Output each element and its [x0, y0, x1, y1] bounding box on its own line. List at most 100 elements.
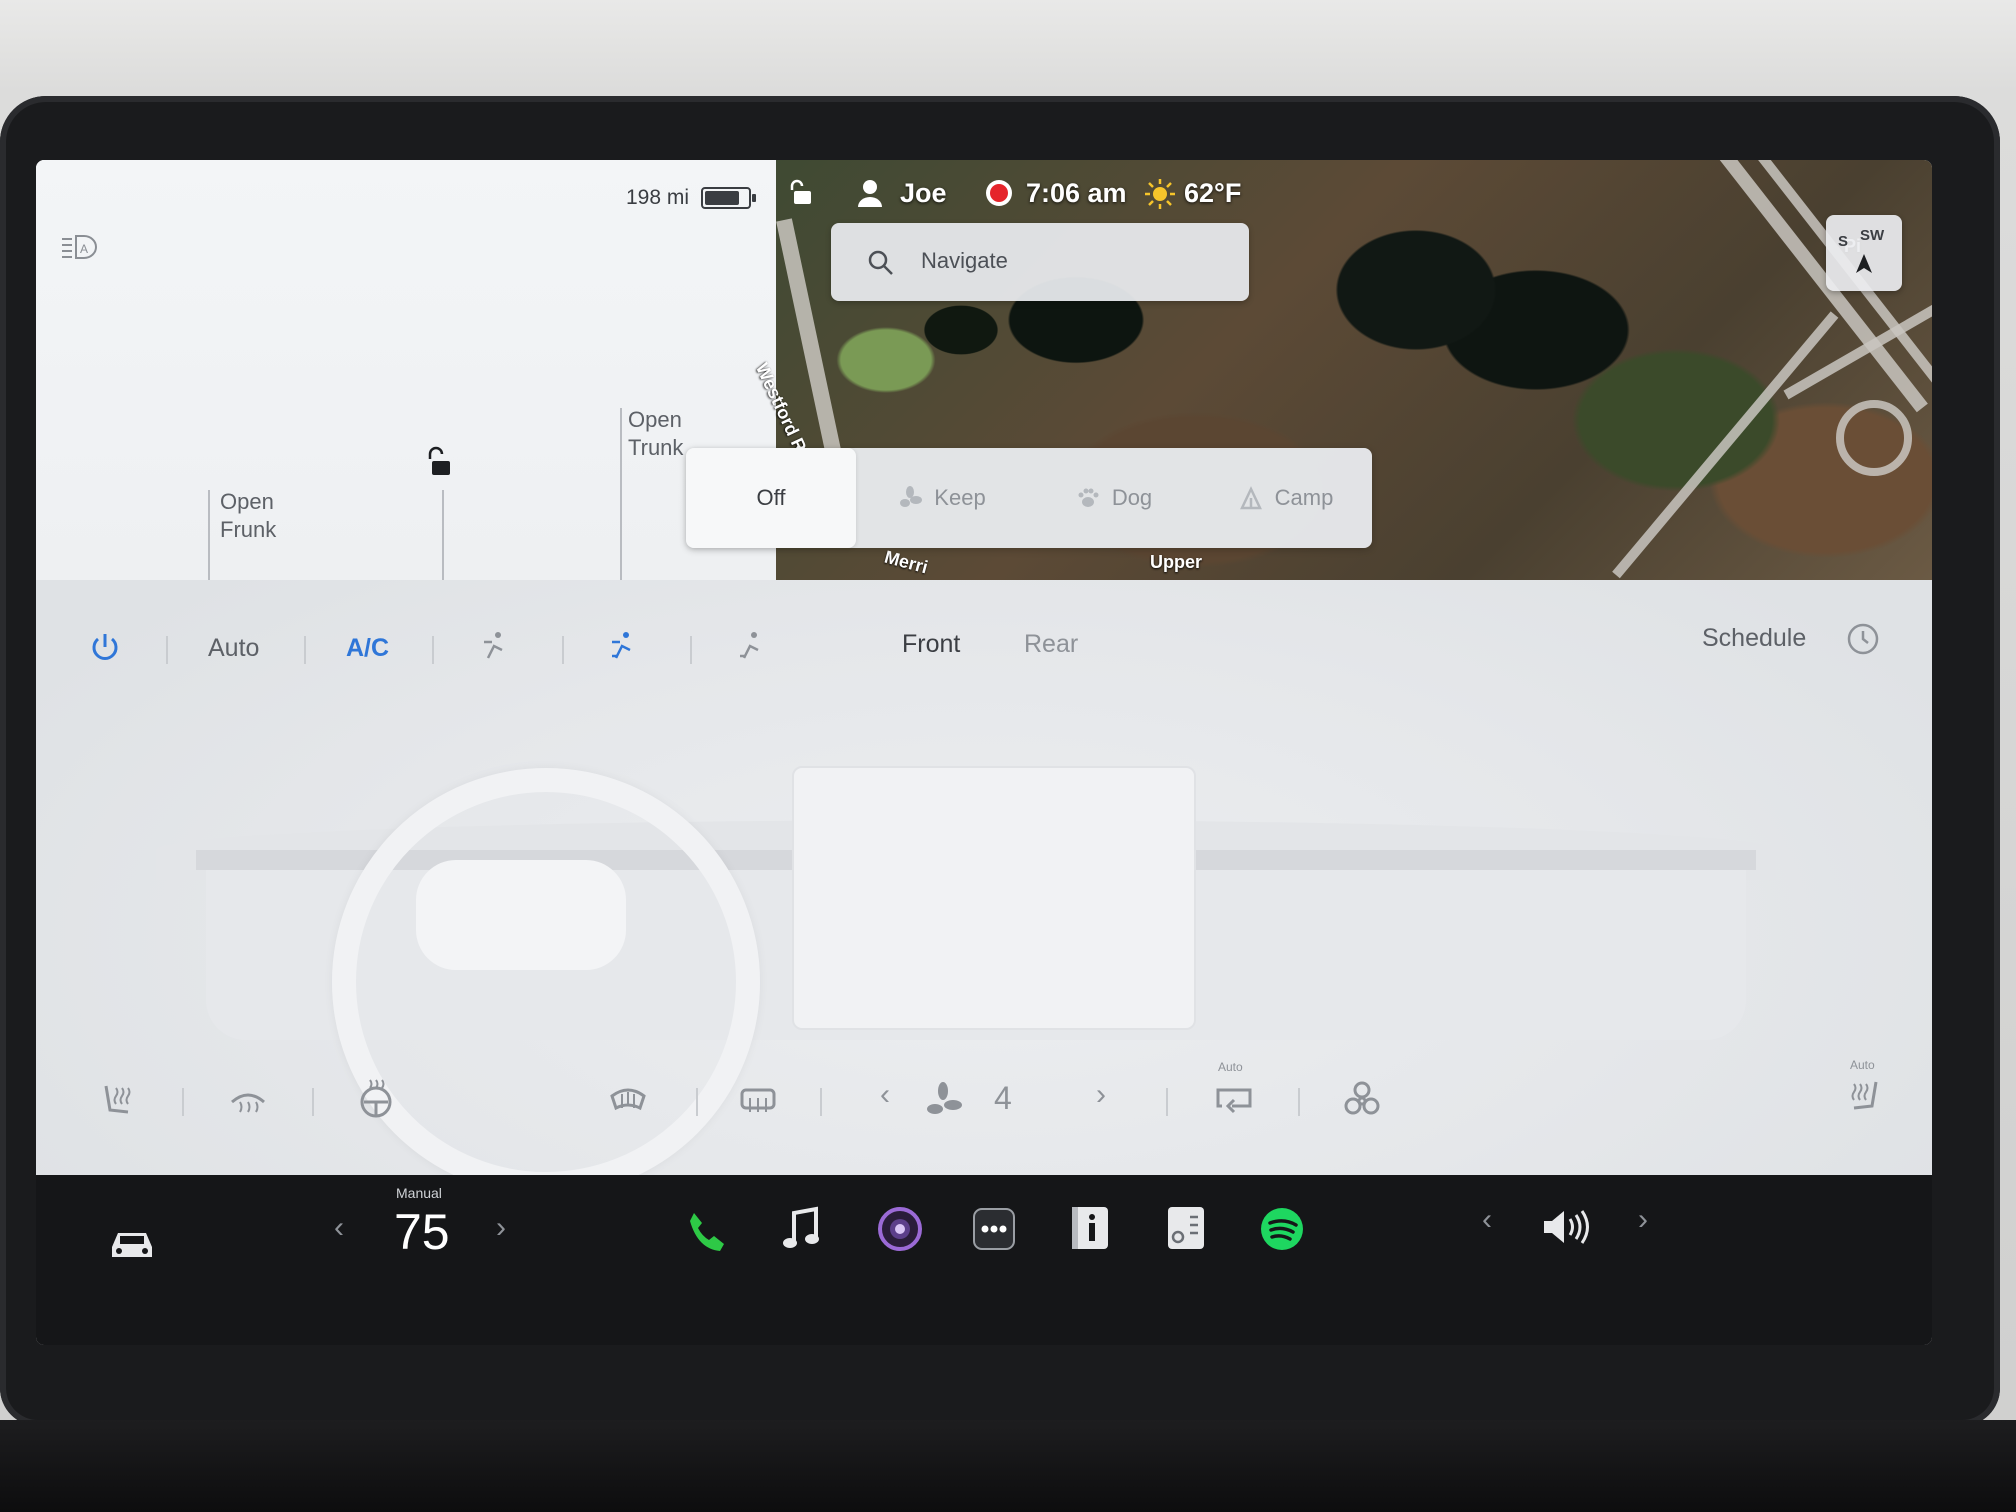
passenger-seat-heater-icon[interactable] [1844, 1076, 1884, 1116]
car-controls-icon[interactable] [106, 1223, 158, 1263]
open-trunk-button[interactable]: Open Trunk [628, 406, 683, 462]
open-frunk-line2: Frunk [220, 517, 277, 542]
clock-icon[interactable] [1846, 622, 1880, 656]
more-apps-icon[interactable] [972, 1207, 1016, 1251]
navigate-search-input[interactable]: Navigate [831, 223, 1249, 301]
front-zone-tab[interactable]: Front [902, 630, 960, 659]
rear-zone-tab[interactable]: Rear [1024, 630, 1078, 659]
compass-arrow-icon [1856, 254, 1872, 273]
volume-speaker-icon[interactable] [1540, 1205, 1592, 1249]
taskbar: ‹ Manual 75 › ‹ › [36, 1175, 1932, 1345]
keep-off-label: Off [756, 485, 786, 510]
dashcam-record-icon[interactable] [984, 178, 1014, 208]
auto-headlights-icon[interactable]: A [60, 232, 104, 262]
separator [1166, 1088, 1168, 1116]
keep-mode-dog[interactable]: Dog [1028, 448, 1200, 548]
airflow-feet-icon[interactable] [736, 630, 766, 662]
open-trunk-line1: Open [628, 407, 682, 432]
map-ramp [1836, 400, 1912, 476]
auto-climate-button[interactable]: Auto [208, 634, 259, 663]
fan-icon [900, 486, 923, 507]
clock-time: 7:06 am [1026, 178, 1127, 208]
spotify-icon[interactable] [1258, 1205, 1306, 1253]
temp-mode-label: Manual [396, 1185, 442, 1201]
separator [166, 636, 168, 664]
keep-mode-off[interactable]: Off [686, 448, 856, 548]
volume-increase-button[interactable]: › [1638, 1203, 1648, 1237]
map-label-place1: Upper [1150, 552, 1203, 572]
passenger-seat-auto-label: Auto [1850, 1058, 1875, 1072]
wiper-defrost-icon[interactable] [228, 1080, 268, 1120]
recirc-auto-label: Auto [1218, 1060, 1243, 1074]
driver-seat-heater-icon[interactable] [98, 1080, 138, 1120]
trunk-line [620, 408, 622, 580]
climate-keep-mode-selector: Off Keep Dog Camp [686, 448, 1372, 548]
separator [312, 1088, 314, 1116]
fan-increase-button[interactable]: › [1096, 1078, 1106, 1112]
separator [562, 636, 564, 664]
separator [432, 636, 434, 664]
car-status-panel: A 198 mi Open Trunk Open Frunk [36, 160, 776, 580]
search-placeholder: Navigate [921, 248, 1008, 273]
fan-decrease-button[interactable]: ‹ [880, 1078, 890, 1112]
separator [182, 1088, 184, 1116]
separator [1298, 1088, 1300, 1116]
user-profile-icon[interactable] [856, 178, 884, 208]
keep-mode-camp[interactable]: Camp [1200, 448, 1372, 548]
search-icon [868, 250, 893, 275]
compass-left: S [1838, 233, 1849, 250]
keep-camp-label: Camp [1274, 485, 1334, 510]
cabin-temperature[interactable]: 75 [394, 1203, 450, 1261]
keep-mode-keep[interactable]: Keep [856, 448, 1028, 548]
volume-decrease-button[interactable]: ‹ [1482, 1203, 1492, 1237]
sun-weather-icon [1145, 179, 1175, 209]
airflow-face-icon[interactable] [480, 630, 510, 662]
steering-wheel-ghost [332, 768, 760, 1196]
user-name[interactable]: Joe [900, 178, 947, 209]
temp-increase-button[interactable]: › [496, 1211, 506, 1245]
release-notes-icon[interactable] [1164, 1203, 1208, 1253]
paw-icon [1078, 488, 1099, 507]
steering-wheel-heater-icon[interactable] [356, 1078, 396, 1120]
touchscreen: A 198 mi Open Trunk Open Frunk Westford … [36, 160, 1932, 1345]
map-label-place2: Merri [882, 546, 930, 578]
center-display-ghost [792, 766, 1196, 1030]
keep-dog-label: Dog [1111, 485, 1153, 510]
map-road [1612, 311, 1839, 579]
schedule-button[interactable]: Schedule [1702, 624, 1806, 653]
front-defrost-icon[interactable] [608, 1080, 648, 1120]
map-orientation-button[interactable]: S SW [1826, 215, 1902, 291]
dashboard-below [0, 1420, 2016, 1512]
rear-defrost-icon[interactable] [738, 1080, 778, 1120]
open-frunk-line1: Open [220, 489, 274, 514]
recirculation-icon[interactable] [1214, 1080, 1254, 1118]
separator [304, 636, 306, 664]
frunk-line [208, 490, 210, 580]
climate-panel: Auto A/C Front Rear Schedule ‹ 4 › Auto … [36, 580, 1932, 1196]
unlocked-lock-icon[interactable] [422, 446, 454, 480]
open-frunk-button[interactable]: Open Frunk [220, 488, 276, 544]
owners-manual-icon[interactable] [1068, 1203, 1112, 1253]
door-line [442, 490, 444, 580]
compass-right: SW [1860, 227, 1885, 244]
climate-power-icon[interactable] [88, 630, 122, 664]
separator [690, 636, 692, 664]
phone-icon[interactable] [684, 1209, 728, 1253]
outside-temperature: 62°F [1184, 178, 1242, 208]
bioweapon-defense-icon[interactable] [1342, 1080, 1382, 1120]
steering-hub-ghost [416, 860, 626, 970]
range-text: 198 mi [626, 186, 690, 209]
unlocked-lock-icon[interactable] [786, 178, 816, 208]
fan-speed-icon [927, 1082, 962, 1114]
airflow-face-feet-icon[interactable] [608, 630, 638, 662]
open-trunk-line2: Trunk [628, 435, 684, 460]
tent-icon [1239, 486, 1262, 510]
temp-decrease-button[interactable]: ‹ [334, 1211, 344, 1245]
camera-icon[interactable] [876, 1205, 924, 1253]
svg-text:A: A [80, 242, 88, 256]
ac-button[interactable]: A/C [346, 634, 389, 663]
separator [820, 1088, 822, 1116]
music-icon[interactable] [780, 1205, 822, 1253]
separator [696, 1088, 698, 1116]
fan-speed-value: 4 [994, 1080, 1012, 1116]
